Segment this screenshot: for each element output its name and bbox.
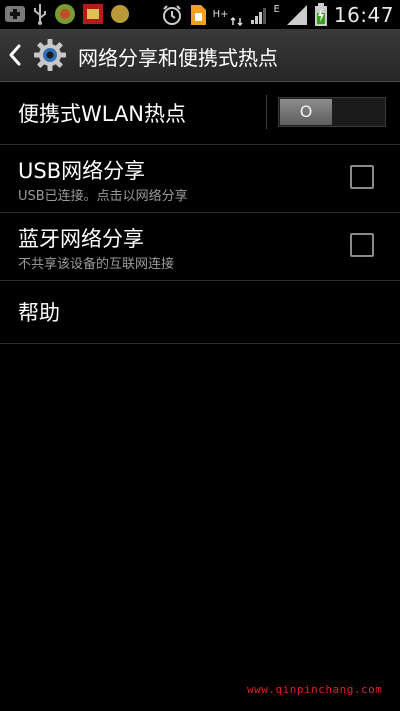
notification-icons	[4, 3, 136, 25]
help-label: 帮助	[18, 301, 60, 325]
status-bar: H+ E 16:47	[0, 0, 400, 29]
toggle-knob: O	[280, 99, 332, 125]
help-row[interactable]: 帮助	[0, 281, 400, 344]
network-type-label: H+	[212, 9, 229, 20]
add-notification-icon	[5, 6, 25, 22]
usb-tethering-label: USB网络分享	[18, 159, 146, 183]
usb-icon	[34, 4, 46, 25]
portable-hotspot-toggle[interactable]: O	[278, 97, 386, 127]
usb-tethering-row[interactable]: USB网络分享 USB已连接。点击以网络分享	[0, 145, 400, 213]
page-title: 网络分享和便携式热点	[78, 46, 278, 70]
toggle-divider	[266, 95, 267, 129]
sim-card-icon	[190, 5, 206, 25]
portable-hotspot-row[interactable]: 便携式WLAN热点 O	[0, 82, 400, 145]
game-notification-icon	[83, 4, 103, 24]
action-bar: 网络分享和便携式热点	[0, 29, 400, 82]
toggle-state-label: O	[299, 102, 313, 121]
alarm-icon	[162, 5, 181, 25]
usb-tethering-checkbox[interactable]	[350, 165, 374, 189]
usb-tethering-summary: USB已连接。点击以网络分享	[18, 189, 188, 204]
portable-hotspot-label: 便携式WLAN热点	[18, 102, 187, 126]
back-arrow-icon[interactable]	[6, 43, 26, 67]
bluetooth-tethering-row[interactable]: 蓝牙网络分享 不共享该设备的互联网连接	[0, 213, 400, 281]
app-notification-icon	[55, 4, 75, 24]
clock: 16:47	[333, 3, 394, 27]
watermark: www.qinpinchang.com	[247, 683, 383, 696]
bluetooth-tethering-summary: 不共享该设备的互联网连接	[18, 257, 175, 272]
signal-icon	[250, 8, 266, 24]
mobile-data-icon: H+	[213, 4, 244, 26]
signal-icon-2	[286, 5, 307, 25]
bluetooth-tethering-label: 蓝牙网络分享	[18, 227, 144, 251]
settings-list: 便携式WLAN热点 O USB网络分享 USB已连接。点击以网络分享 蓝牙网络分…	[0, 82, 400, 344]
bluetooth-tethering-checkbox[interactable]	[350, 233, 374, 257]
system-icons: H+ E 16:47	[155, 2, 394, 28]
battery-charging-icon	[314, 3, 327, 26]
coin-notification-icon	[111, 5, 129, 23]
settings-gear-icon[interactable]	[32, 37, 68, 73]
secondary-network-label: E	[273, 4, 280, 15]
